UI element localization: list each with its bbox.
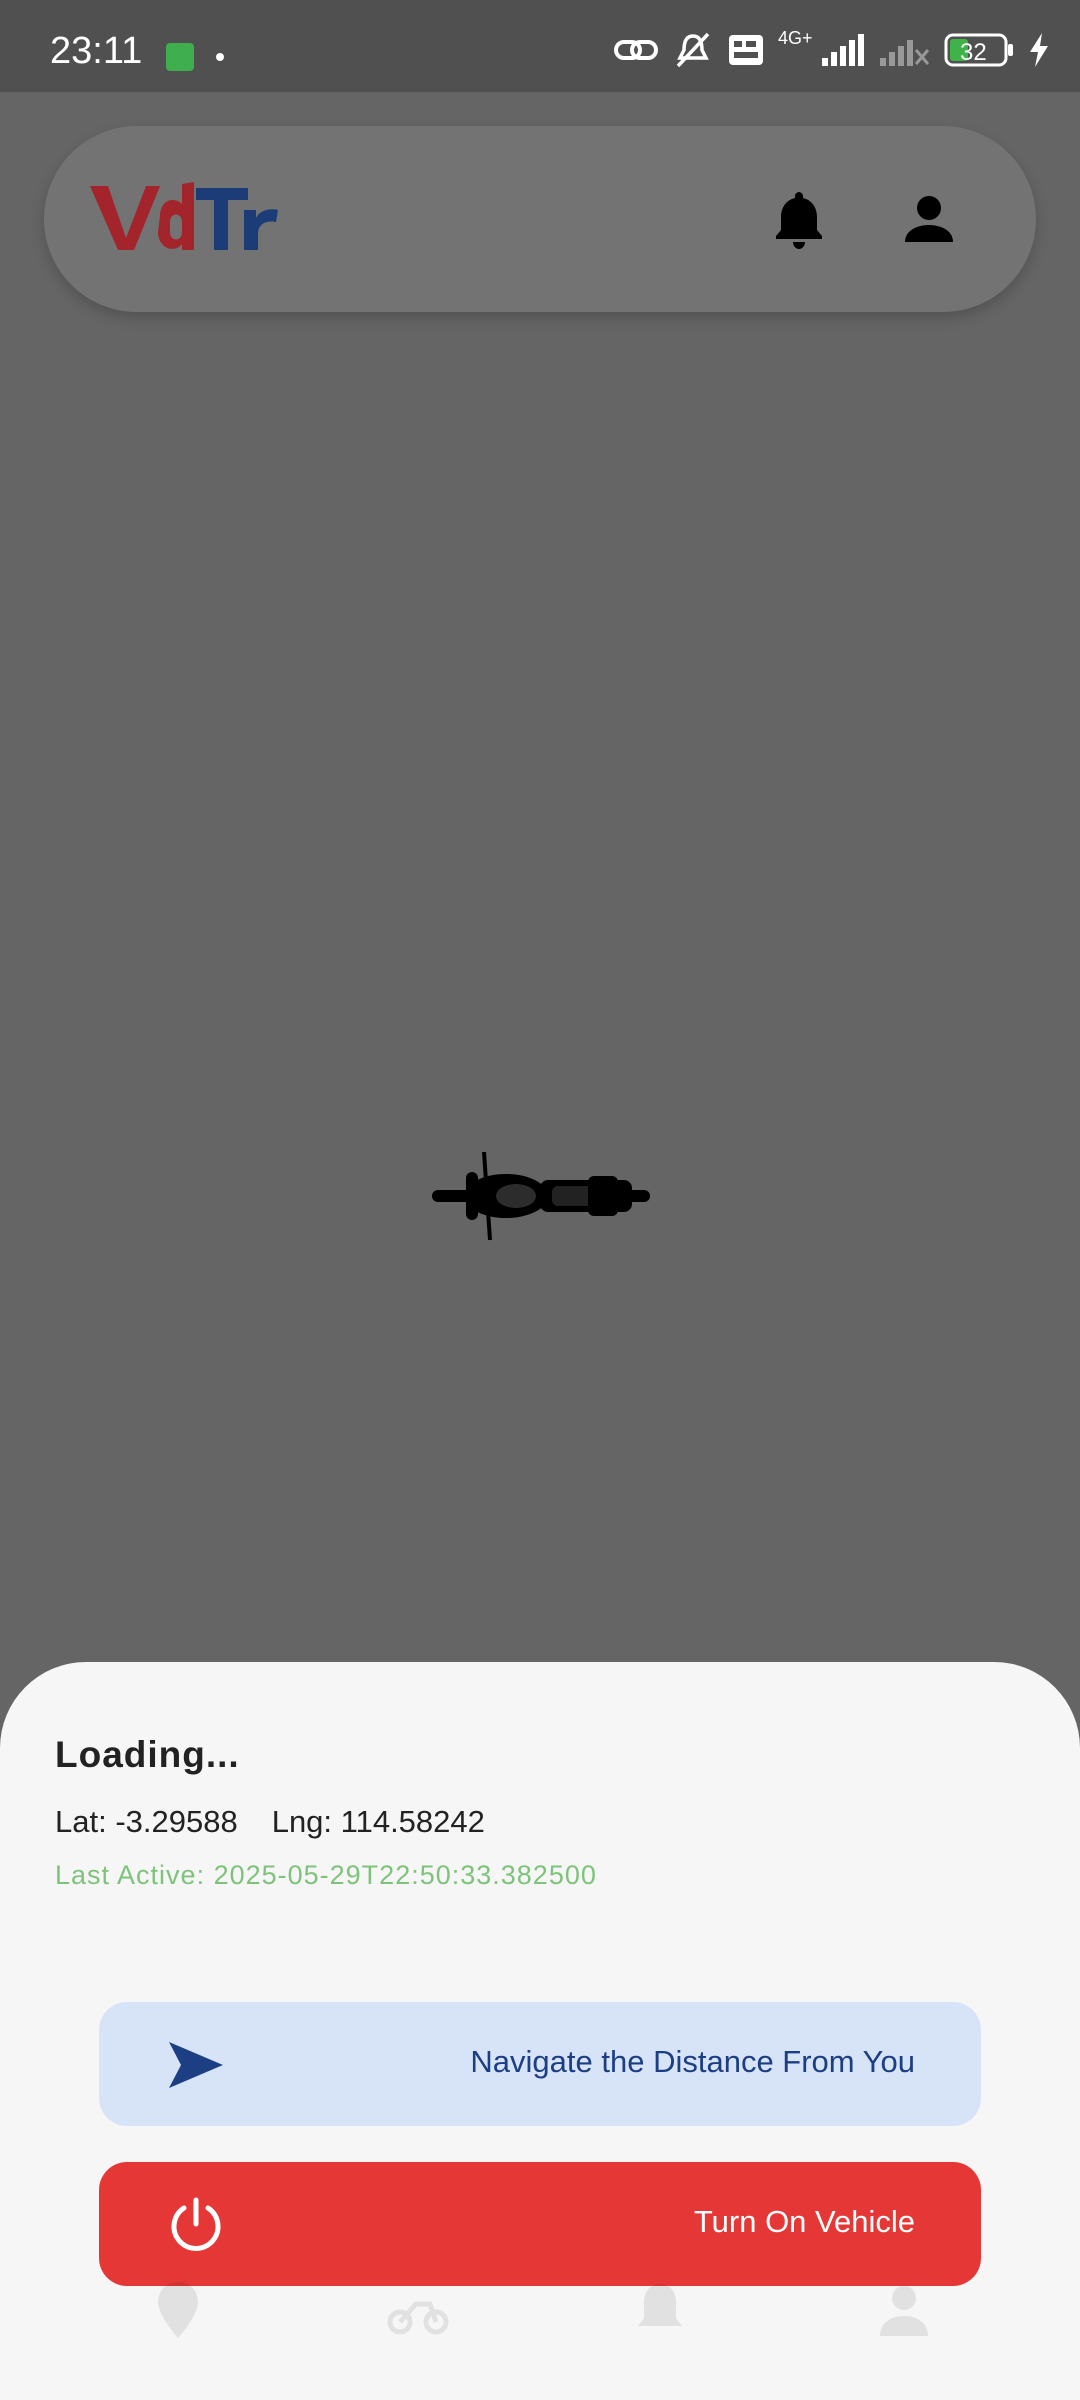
bottom-navigation [0, 2260, 1080, 2370]
link-icon [614, 40, 658, 60]
person-icon [905, 196, 953, 242]
signal-icon [822, 34, 864, 66]
turn-on-vehicle-label: Turn On Vehicle [693, 2204, 915, 2239]
mute-icon [676, 32, 710, 68]
bell-icon [638, 2284, 682, 2326]
network-label: 4G+ [778, 28, 813, 48]
bell-icon [776, 192, 822, 249]
notification-dot [216, 53, 224, 61]
notifications-button[interactable] [764, 184, 834, 254]
navigate-button[interactable]: Navigate the Distance From You [99, 2002, 981, 2126]
battery-level: 32 [960, 39, 987, 66]
app-logo [90, 182, 278, 250]
no-signal-icon [880, 40, 930, 66]
last-active-timestamp: Last Active: 2025-05-29T22:50:33.382500 [55, 1860, 597, 1890]
navigation-arrow-icon [169, 2042, 223, 2088]
profile-button[interactable] [894, 184, 964, 254]
navigate-button-label: Navigate the Distance From You [470, 2044, 915, 2079]
coordinates: Lat: -3.29588 Lng: 114.58242 [55, 1804, 485, 1840]
app-notification-icon [166, 43, 194, 71]
person-icon [880, 2286, 928, 2336]
motorcycle-icon[interactable] [428, 1148, 654, 1244]
longitude-value: Lng: 114.58242 [271, 1804, 485, 1839]
map-view[interactable] [0, 92, 1080, 1662]
vehicle-status-title: Loading... [55, 1734, 240, 1775]
status-time: 23:11 [50, 30, 143, 72]
location-pin-icon [158, 2282, 198, 2338]
status-bar: 23:11 4G+ 32 [0, 0, 1080, 92]
battery-icon: 32 [944, 33, 1014, 67]
motorcycle-icon [387, 2301, 449, 2335]
network-type: 4G+ [778, 28, 813, 70]
latitude-value: Lat: -3.29588 [55, 1804, 238, 1839]
status-icons: 4G+ 32 [614, 28, 1050, 70]
app-header [44, 126, 1036, 312]
volte-icon [729, 35, 763, 65]
power-icon [171, 2197, 221, 2251]
charging-icon [1030, 33, 1048, 67]
